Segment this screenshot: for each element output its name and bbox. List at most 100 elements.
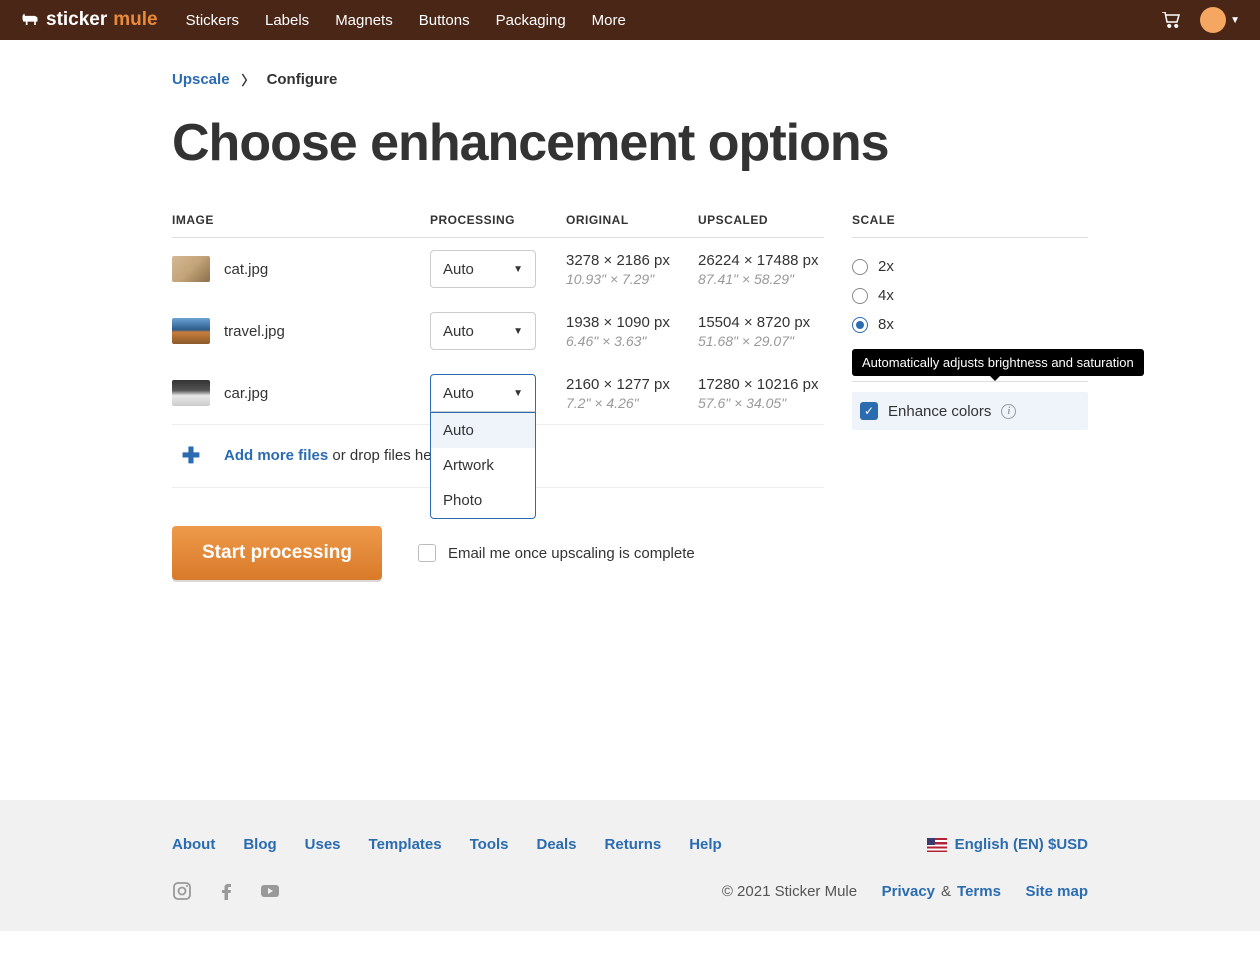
filename: cat.jpg	[224, 261, 268, 278]
cell-image: car.jpg	[172, 380, 430, 406]
scale-group: 2x 4x 8x	[852, 238, 1088, 357]
scale-option-2x[interactable]: 2x	[852, 252, 1088, 281]
add-files-suffix: or drop files here	[328, 447, 445, 464]
scale-option-4x[interactable]: 4x	[852, 281, 1088, 310]
breadcrumb-upscale[interactable]: Upscale	[172, 71, 230, 88]
cart-icon[interactable]	[1162, 12, 1180, 28]
cell-original: 1938 × 1090 px 6.46" × 3.63"	[566, 314, 698, 349]
privacy-link[interactable]: Privacy	[882, 883, 935, 900]
radio-icon	[852, 288, 868, 304]
copyright: © 2021 Sticker Mule	[722, 883, 857, 900]
select-value: Auto	[443, 323, 474, 340]
processing-select[interactable]: Auto ▼	[430, 312, 536, 350]
social-links	[172, 881, 280, 901]
nav-buttons[interactable]: Buttons	[419, 12, 470, 29]
upscaled-px: 26224 × 17488 px	[698, 252, 824, 269]
footer-links: About Blog Uses Templates Tools Deals Re…	[172, 836, 722, 853]
footer-tools[interactable]: Tools	[470, 836, 509, 853]
footer-help[interactable]: Help	[689, 836, 722, 853]
th-processing: PROCESSING	[430, 213, 566, 227]
select-value: Auto	[443, 385, 474, 402]
locale-selector[interactable]: English (EN) $USD	[927, 836, 1088, 853]
original-px: 1938 × 1090 px	[566, 314, 698, 331]
breadcrumb: Upscale 〉 Configure	[172, 70, 1088, 89]
nav-more[interactable]: More	[592, 12, 626, 29]
processing-dropdown: Auto Artwork Photo	[430, 412, 536, 519]
nav-magnets[interactable]: Magnets	[335, 12, 393, 29]
add-files-link[interactable]: Add more files	[224, 447, 328, 464]
main-nav: Stickers Labels Magnets Buttons Packagin…	[186, 12, 626, 29]
upscaled-in: 51.68" × 29.07"	[698, 333, 824, 349]
cell-processing: Auto ▼	[430, 312, 566, 350]
processing-select[interactable]: Auto ▼	[430, 374, 536, 412]
processing-select[interactable]: Auto ▼	[430, 250, 536, 288]
footer-blog[interactable]: Blog	[243, 836, 276, 853]
chevron-right-icon: 〉	[242, 70, 255, 89]
page-title: Choose enhancement options	[172, 113, 1088, 173]
nav-labels[interactable]: Labels	[265, 12, 309, 29]
footer-uses[interactable]: Uses	[305, 836, 341, 853]
enhance-colors-row[interactable]: ✓ Enhance colors i	[852, 392, 1088, 430]
dropdown-option-auto[interactable]: Auto	[431, 413, 535, 448]
email-checkbox-row[interactable]: Email me once upscaling is complete	[418, 544, 695, 562]
facebook-icon[interactable]	[216, 881, 236, 901]
youtube-icon[interactable]	[260, 881, 280, 901]
avatar	[1200, 7, 1226, 33]
cell-processing: Auto ▼	[430, 250, 566, 288]
cell-upscaled: 26224 × 17488 px 87.41" × 58.29"	[698, 252, 824, 287]
cell-upscaled: 17280 × 10216 px 57.6" × 34.05"	[698, 376, 824, 411]
site-header: stickermule Stickers Labels Magnets Butt…	[0, 0, 1260, 40]
logo[interactable]: stickermule	[20, 9, 158, 31]
footer-deals[interactable]: Deals	[537, 836, 577, 853]
radio-icon	[852, 259, 868, 275]
original-px: 3278 × 2186 px	[566, 252, 698, 269]
footer-returns[interactable]: Returns	[605, 836, 662, 853]
footer-templates[interactable]: Templates	[369, 836, 442, 853]
nav-stickers[interactable]: Stickers	[186, 12, 239, 29]
th-original: ORIGINAL	[566, 213, 698, 227]
dropdown-option-artwork[interactable]: Artwork	[431, 448, 535, 483]
sitemap-link[interactable]: Site map	[1025, 883, 1088, 900]
table-row: cat.jpg Auto ▼ 3278 × 2186 px 10.93" × 7…	[172, 238, 824, 300]
upscaled-px: 17280 × 10216 px	[698, 376, 824, 393]
thumbnail	[172, 256, 210, 282]
footer-top: About Blog Uses Templates Tools Deals Re…	[172, 836, 1088, 853]
legal: © 2021 Sticker Mule Privacy & Terms Site…	[722, 883, 1088, 900]
footer-about[interactable]: About	[172, 836, 215, 853]
dropdown-option-photo[interactable]: Photo	[431, 483, 535, 518]
scale-option-8x[interactable]: 8x	[852, 310, 1088, 339]
ampersand: &	[941, 883, 951, 900]
select-value: Auto	[443, 261, 474, 278]
th-image: IMAGE	[172, 213, 430, 227]
table-body: cat.jpg Auto ▼ 3278 × 2186 px 10.93" × 7…	[172, 238, 824, 424]
actions: Start processing Email me once upscaling…	[172, 526, 824, 580]
main-column: IMAGE PROCESSING ORIGINAL UPSCALED cat.j…	[172, 213, 824, 580]
locale-label: English (EN) $USD	[955, 836, 1088, 853]
radio-label: 8x	[878, 316, 894, 333]
start-processing-button[interactable]: Start processing	[172, 526, 382, 580]
original-px: 2160 × 1277 px	[566, 376, 698, 393]
info-icon[interactable]: i	[1001, 404, 1016, 419]
caret-down-icon: ▼	[1230, 15, 1240, 26]
page-container: Upscale 〉 Configure Choose enhancement o…	[160, 40, 1100, 640]
upscaled-px: 15504 × 8720 px	[698, 314, 824, 331]
filename: travel.jpg	[224, 323, 285, 340]
header-left: stickermule Stickers Labels Magnets Butt…	[20, 9, 626, 31]
radio-label: 2x	[878, 258, 894, 275]
email-label: Email me once upscaling is complete	[448, 545, 695, 562]
terms-link[interactable]: Terms	[957, 883, 1001, 900]
footer-bottom: © 2021 Sticker Mule Privacy & Terms Site…	[172, 881, 1088, 901]
scale-label: SCALE	[852, 213, 1088, 238]
instagram-icon[interactable]	[172, 881, 192, 901]
th-upscaled: UPSCALED	[698, 213, 824, 227]
caret-down-icon: ▼	[513, 326, 523, 337]
radio-label: 4x	[878, 287, 894, 304]
account-menu[interactable]: ▼	[1200, 7, 1240, 33]
donkey-icon	[20, 13, 40, 27]
original-in: 7.2" × 4.26"	[566, 395, 698, 411]
enhance-colors-checkbox[interactable]: ✓	[860, 402, 878, 420]
cell-upscaled: 15504 × 8720 px 51.68" × 29.07"	[698, 314, 824, 349]
enhance-colors-label: Enhance colors	[888, 403, 991, 420]
email-checkbox[interactable]	[418, 544, 436, 562]
nav-packaging[interactable]: Packaging	[496, 12, 566, 29]
